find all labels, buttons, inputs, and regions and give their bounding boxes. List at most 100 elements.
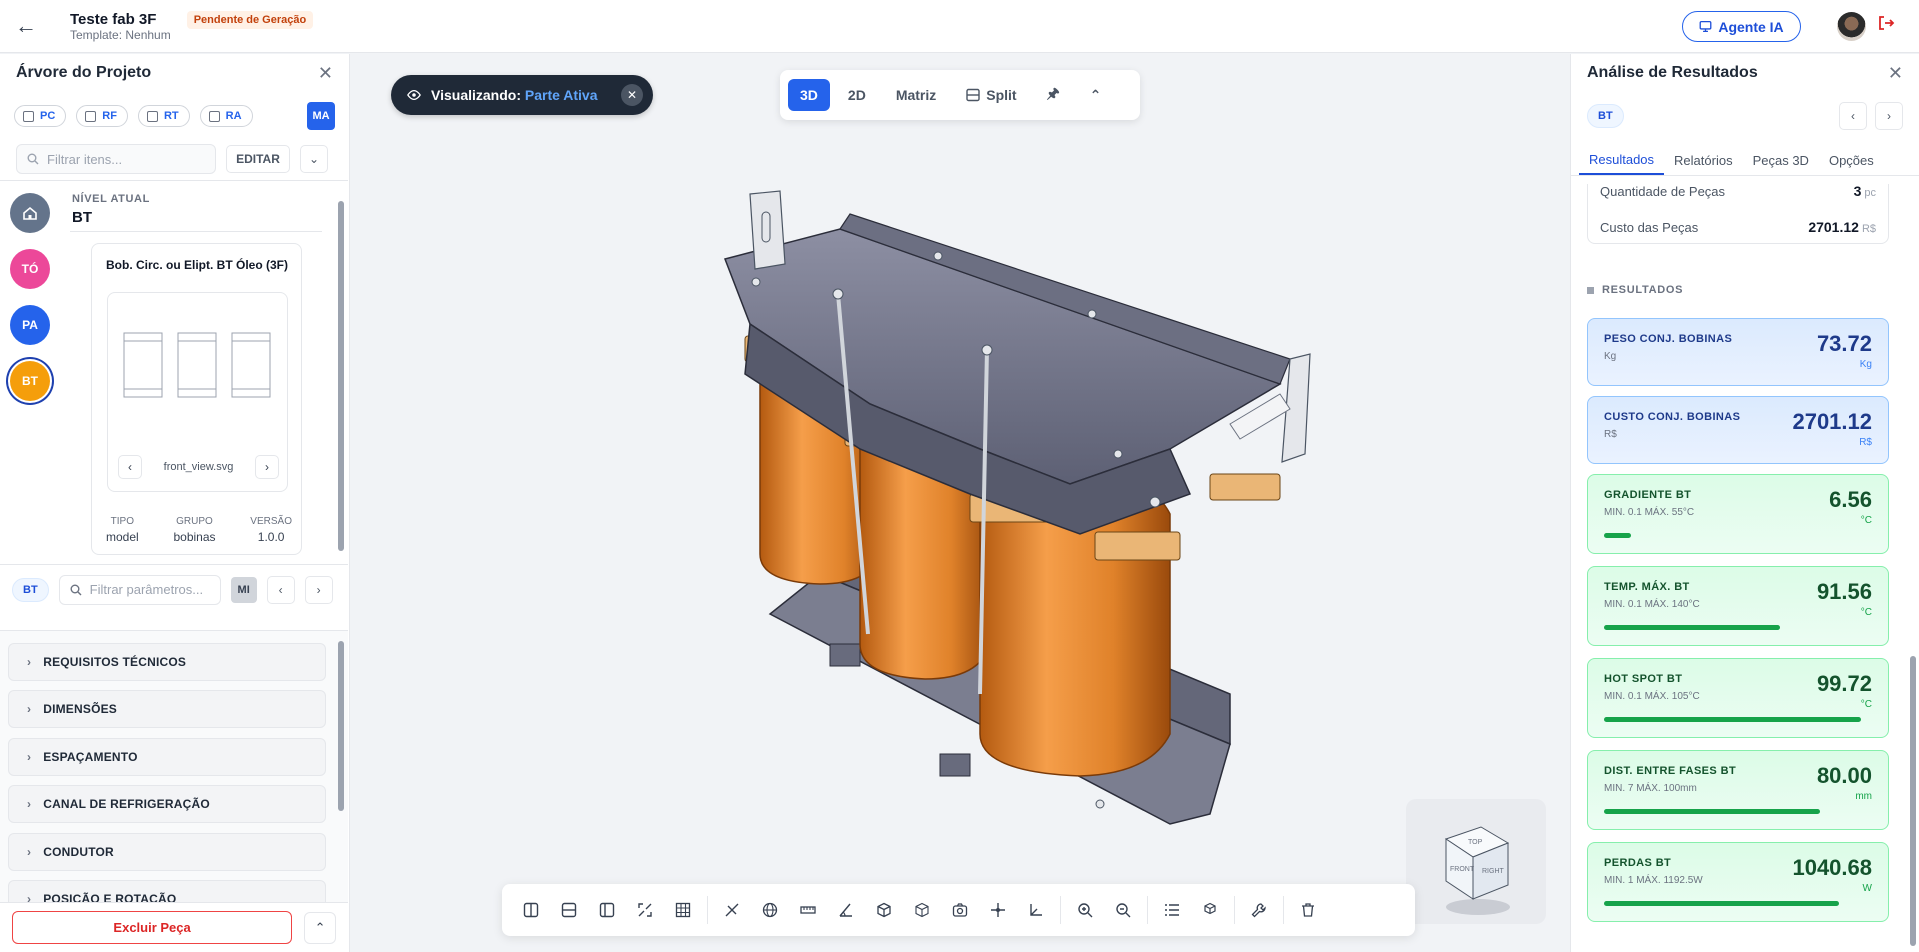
back-arrow-icon[interactable]: ← (0, 0, 52, 53)
monitor-icon (1699, 20, 1712, 33)
chevron-up-icon[interactable]: ⌃ (1078, 79, 1114, 111)
list-icon[interactable] (1153, 891, 1191, 929)
param-level-pill[interactable]: BT (12, 577, 49, 602)
chevron-down-icon[interactable]: ⌄ (300, 145, 328, 173)
result-progress-bar (1604, 717, 1874, 722)
tab-relatorios[interactable]: Relatórios (1664, 146, 1743, 175)
tab-opcoes[interactable]: Opções (1819, 146, 1884, 175)
angle-icon[interactable] (827, 891, 865, 929)
section-posicao[interactable]: › POSIÇÃO E ROTAÇÃO (8, 880, 326, 902)
trash-icon[interactable] (1289, 891, 1327, 929)
close-icon[interactable]: ✕ (1888, 63, 1903, 84)
tree-scrollbar[interactable] (338, 201, 344, 551)
section-dimensoes[interactable]: › DIMENSÕES (8, 690, 326, 728)
project-tree-panel: Árvore do Projeto ✕ PC RF RT RA MA Filtr… (0, 54, 350, 952)
result-card: HOT SPOT BT MIN. 0.1 MÁX. 105°C 99.72 °C (1587, 658, 1889, 738)
chevron-left-icon[interactable]: ‹ (1839, 102, 1867, 130)
sections-scrollbar[interactable] (338, 641, 344, 811)
chevron-up-icon[interactable]: ⌃ (304, 911, 336, 944)
viewing-prefix: Visualizando: (431, 87, 521, 103)
globe-icon[interactable] (751, 891, 789, 929)
delete-part-button[interactable]: Excluir Peça (12, 911, 293, 944)
search-icon (27, 153, 39, 165)
edit-button[interactable]: EDITAR (226, 145, 290, 173)
pin-icon[interactable]: 🖈 (1035, 79, 1072, 111)
result-name: HOT SPOT BT (1604, 673, 1683, 685)
section-canal[interactable]: › CANAL DE REFRIGERAÇÃO (8, 785, 326, 823)
chevron-right-icon[interactable]: › (1875, 102, 1903, 130)
results-header: RESULTADOS (1587, 284, 1683, 296)
result-progress-fill (1604, 625, 1780, 630)
mode-matriz-button[interactable]: Matriz (884, 79, 948, 111)
chevron-right-icon: › (27, 702, 32, 716)
tab-resultados[interactable]: Resultados (1579, 146, 1665, 175)
result-name: PERDAS BT (1604, 857, 1672, 869)
grid-icon[interactable] (664, 891, 702, 929)
filter-items-input[interactable]: Filtrar itens... (16, 144, 216, 174)
user-avatar[interactable] (1837, 12, 1866, 41)
cube-face-right: RIGHT (1482, 868, 1505, 875)
chevron-right-icon[interactable]: › (304, 575, 333, 604)
checkbox-icon (23, 110, 34, 122)
mode-split-button[interactable]: Split (954, 79, 1028, 111)
param-placeholder: Filtrar parâmetros... (89, 582, 204, 597)
section-condutor[interactable]: › CONDUTOR (8, 833, 326, 871)
home-icon[interactable] (10, 193, 50, 233)
agent-ia-button[interactable]: Agente IA (1682, 11, 1801, 42)
mi-button[interactable]: MI (230, 576, 257, 603)
close-icon[interactable]: ✕ (621, 84, 643, 106)
section-requisitos[interactable]: › REQUISITOS TÉCNICOS (8, 643, 326, 681)
section-espacamento[interactable]: › ESPAÇAMENTO (8, 738, 326, 776)
chevron-left-icon[interactable]: ‹ (266, 575, 295, 604)
panel-right-icon[interactable] (588, 891, 626, 929)
tab-pecas-3d[interactable]: Peças 3D (1743, 146, 1819, 175)
cube-outline-icon[interactable] (903, 891, 941, 929)
result-progress-fill (1604, 809, 1820, 814)
meta-key: TIPO (110, 516, 135, 527)
zoom-out-icon[interactable] (1104, 891, 1142, 929)
chevron-right-icon[interactable]: › (254, 455, 279, 479)
results-level-pill[interactable]: BT (1587, 104, 1624, 128)
filter-params-input[interactable]: Filtrar parâmetros... (58, 574, 221, 605)
result-value: 91.56 (1816, 579, 1872, 604)
results-scrollbar[interactable] (1910, 656, 1916, 946)
wrench-icon[interactable] (1240, 891, 1278, 929)
boxes-icon[interactable] (1191, 891, 1229, 929)
result-unit: °C (1860, 515, 1872, 526)
panel-horizontal-icon[interactable] (550, 891, 588, 929)
chip-rt[interactable]: RT (137, 105, 190, 127)
panel-left-icon[interactable] (512, 891, 550, 929)
ma-button[interactable]: MA (307, 102, 335, 130)
results-scroll-area[interactable]: Quantidade de Peças 3 pc Custo das Peças 27… (1571, 184, 1918, 952)
level-to[interactable]: TÓ (10, 249, 50, 289)
result-progress-bar (1604, 625, 1874, 630)
axes-off-icon[interactable] (713, 891, 751, 929)
chip-ra[interactable]: RA (199, 105, 253, 127)
part-card[interactable]: Bob. Circ. ou Elipt. BT Óleo (3F) ‹ fron… (91, 243, 302, 555)
result-progress-fill (1604, 717, 1861, 722)
ruler-icon[interactable] (789, 891, 827, 929)
chevron-left-icon[interactable]: ‹ (118, 455, 142, 479)
result-range: MIN. 0.1 MÁX. 55°C (1604, 507, 1695, 518)
view-cube[interactable]: TOP FRONT RIGHT (1406, 799, 1546, 924)
split-icon (966, 88, 980, 102)
chip-rf[interactable]: RF (76, 105, 128, 127)
mode-3d-button[interactable]: 3D (788, 79, 830, 111)
chevron-right-icon: › (27, 797, 32, 811)
box-icon[interactable] (865, 891, 903, 929)
level-bt[interactable]: BT (10, 361, 50, 401)
current-level-label: NÍVEL ATUAL (72, 193, 150, 205)
close-icon[interactable]: ✕ (318, 63, 333, 84)
zoom-in-icon[interactable] (1066, 891, 1104, 929)
crosshair-icon[interactable] (979, 891, 1017, 929)
level-pa[interactable]: PA (10, 305, 50, 345)
fullscreen-icon[interactable] (626, 891, 664, 929)
mode-2d-button[interactable]: 2D (836, 79, 878, 111)
divider (70, 231, 322, 232)
camera-icon[interactable] (941, 891, 979, 929)
chip-pc[interactable]: PC (14, 105, 67, 127)
logout-icon[interactable] (1877, 14, 1895, 37)
axis-icon[interactable] (1017, 891, 1055, 929)
chevron-right-icon: › (27, 750, 32, 764)
3d-viewer[interactable]: Visualizando: Parte Ativa ✕ 3D 2D Matriz… (350, 54, 1570, 952)
